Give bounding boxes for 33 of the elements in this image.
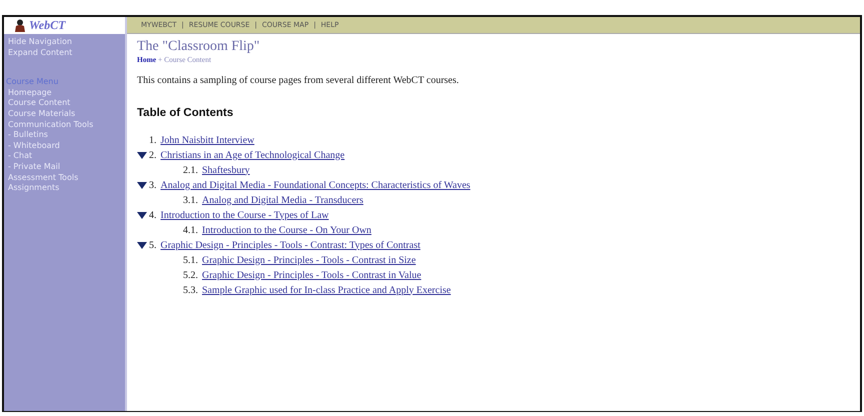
- item-number: 3.1.: [183, 194, 198, 208]
- toc-link[interactable]: Sample Graphic used for In-class Practice and Apply Exercise: [202, 282, 451, 298]
- item-number: 4.: [149, 208, 156, 222]
- item-number: 5.3.: [183, 284, 198, 298]
- item-number: 2.1.: [183, 164, 198, 178]
- toc-link[interactable]: John Naisbitt Interview: [160, 132, 254, 148]
- expanded-icon[interactable]: [137, 152, 147, 158]
- item-number: 4.1.: [183, 224, 198, 238]
- expanded-icon[interactable]: [137, 182, 147, 188]
- toc-heading: Table of Contents: [137, 106, 234, 122]
- item-number: 1.: [149, 134, 156, 148]
- expanded-icon[interactable]: [137, 212, 147, 218]
- toc-link[interactable]: Graphic Design - Principles - Tools - Contrast: Types of Contrast: [160, 238, 420, 252]
- toc-link[interactable]: Introduction to the Course - Types of Law: [160, 208, 329, 222]
- page-title: The "Classroom Flip": [137, 39, 261, 54]
- toc-link[interactable]: Christians in an Age of Technological Change: [160, 148, 345, 162]
- menu-title: Course Menu: [5, 77, 60, 88]
- toc-link[interactable]: Shaftesbury: [202, 162, 250, 178]
- toc-link[interactable]: Introduction to the Course - On Your Own: [202, 222, 372, 238]
- logo-text: WebCT: [29, 20, 66, 31]
- menu-link[interactable]: - Chat: [8, 151, 125, 162]
- item-number: 5.: [149, 238, 156, 252]
- item-number: 5.2.: [183, 268, 198, 282]
- expanded-icon[interactable]: [137, 242, 147, 248]
- item-number: 5.1.: [183, 254, 198, 268]
- logo-icon: [14, 19, 26, 32]
- toc-link[interactable]: Graphic Design - Principles - Tools - Contrast in Value: [202, 268, 422, 282]
- toc-link[interactable]: Analog and Digital Media - Foundational Concepts: Characteristics of Waves: [160, 178, 470, 192]
- intro-text: This contains a sampling of course pages from several different WebCT courses.: [137, 74, 460, 88]
- toc-link[interactable]: Graphic Design - Principles - Tools - Contrast in Size: [202, 252, 416, 268]
- item-number: 3.: [149, 178, 156, 192]
- item-number: 2.: [149, 148, 156, 162]
- toc-link[interactable]: Analog and Digital Media - Transducers: [202, 192, 364, 208]
